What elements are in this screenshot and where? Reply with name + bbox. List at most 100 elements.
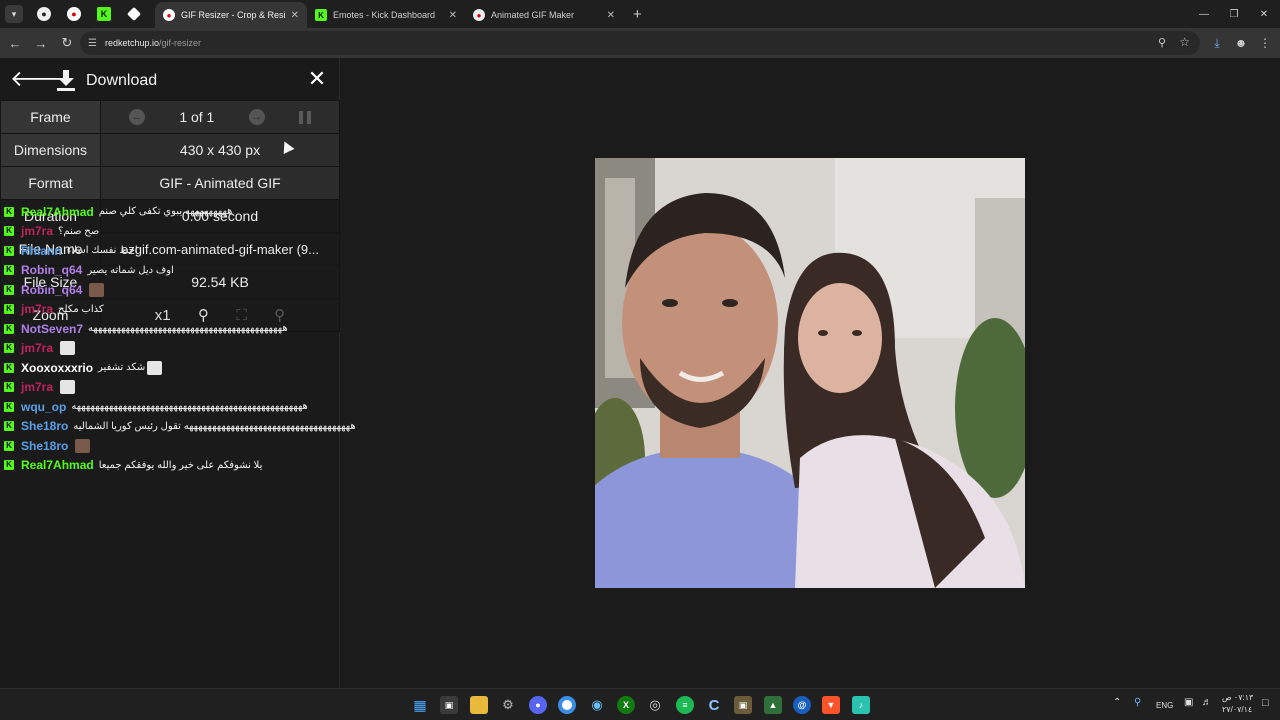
chat-username[interactable]: Real7Ahmad	[21, 205, 94, 219]
spotify-icon[interactable]: ≡	[676, 696, 694, 714]
menu-icon[interactable]: ⋮	[1253, 28, 1277, 58]
download-button[interactable]: Download	[86, 72, 157, 90]
chat-username[interactable]: NotSeven7	[21, 322, 83, 336]
chat-username[interactable]: She18ro	[21, 419, 68, 433]
chat-username[interactable]: Robin_q64	[21, 283, 82, 297]
kick-badge-icon: K	[4, 421, 14, 432]
brave-icon[interactable]: ▼	[822, 696, 840, 714]
close-tab-icon[interactable]: ✕	[291, 10, 299, 21]
chat-text: يلا نشوفكم على خير والله يوفقكم جميعا	[98, 459, 263, 471]
chat-message: K Xooxoxxxrio شكد تشفير	[0, 358, 440, 378]
nvidia-icon[interactable]: ▲	[764, 696, 782, 714]
profile-icon[interactable]: ☻	[1229, 28, 1253, 58]
zoom-icon[interactable]: ⚲	[1158, 36, 1166, 49]
ezgif-icon: ●	[163, 9, 175, 21]
frame-counter: 1 of 1	[179, 109, 215, 125]
kick-badge-icon: K	[4, 304, 14, 315]
next-frame-icon[interactable]: →	[248, 109, 265, 125]
language-indicator[interactable]: ENG	[1156, 701, 1173, 710]
edge-icon[interactable]: @	[793, 696, 811, 714]
kick-badge-icon: K	[4, 382, 14, 393]
chat-message: K Real7Ahmad هههههههههه يبوي تكفى كلي صنم	[0, 202, 440, 222]
row-label: Frame	[0, 100, 101, 134]
tab-kick-emotes[interactable]: K Emotes - Kick Dashboard ✕	[307, 2, 465, 28]
chat-text: هههههههههههههههههههههههههههههههههههههههه…	[71, 401, 308, 413]
diamond-icon	[126, 6, 142, 22]
chat-username[interactable]: jm7ra	[21, 380, 53, 394]
bookmark-star-icon[interactable]: ☆	[1179, 35, 1190, 49]
app-window-icon[interactable]: ▣	[734, 696, 752, 714]
address-bar[interactable]: ☰ redketchup.io/gif-resizer ⚲ ☆	[80, 31, 1200, 55]
gif-preview-graphic	[595, 158, 1025, 588]
prev-frame-icon[interactable]: ←	[129, 109, 145, 125]
browser-tab-strip: ▾ ● ● K ● GIF Resizer - Crop & Resize An…	[0, 0, 1280, 28]
close-window-button[interactable]: ✕	[1248, 0, 1280, 28]
store-icon[interactable]: ▣	[440, 696, 458, 714]
forward-button[interactable]: →	[29, 31, 53, 55]
clock-date[interactable]: ٢٧/٠٧/١٤	[1222, 705, 1252, 714]
chat-text: هههههههههههههههههههههههههههههههههههههههه…	[88, 323, 288, 335]
chat-username[interactable]: Rhiann	[21, 244, 62, 258]
network-icon[interactable]: ▣	[1184, 697, 1193, 708]
maximize-button[interactable]: ❐	[1218, 0, 1250, 28]
reload-button[interactable]: ↻	[55, 31, 79, 55]
file-explorer-icon[interactable]	[470, 696, 488, 714]
chat-username[interactable]: Real7Ahmad	[21, 458, 94, 472]
tab-search-button[interactable]: ▾	[5, 5, 23, 23]
chat-message: Kjm7ra صح صنم؟	[0, 222, 440, 242]
steam-icon[interactable]: ◉	[588, 696, 606, 714]
chat-emote-icon	[60, 380, 76, 395]
pinned-tab-4[interactable]	[119, 0, 149, 28]
chat-username[interactable]: She18ro	[21, 439, 68, 453]
app-c-icon[interactable]: C	[705, 696, 723, 714]
xbox-icon[interactable]: X	[617, 696, 635, 714]
download-icon[interactable]	[56, 69, 76, 91]
close-tab-icon[interactable]: ✕	[449, 10, 457, 21]
start-menu-icon[interactable]: ▦	[411, 696, 429, 714]
chat-message: K She18ro هههههههههههههههههههههههههههههههه…	[0, 417, 440, 437]
chrome-icon[interactable]	[558, 696, 576, 714]
downloads-icon[interactable]: ⤓	[1205, 28, 1229, 58]
chat-username[interactable]: jm7ra	[21, 224, 53, 238]
tab-gif-maker[interactable]: ● Animated GIF Maker ✕	[465, 2, 623, 28]
new-tab-button[interactable]: +	[633, 6, 642, 23]
pause-icon[interactable]	[298, 110, 311, 124]
gif-preview-image	[595, 158, 1025, 588]
chat-username[interactable]: jm7ra	[21, 341, 53, 355]
kick-badge-icon: K	[4, 245, 14, 256]
close-icon[interactable]: ✕	[306, 68, 328, 90]
chat-message: K Robin_q64	[0, 280, 440, 300]
discord-icon[interactable]: ●	[529, 696, 547, 714]
clock-time[interactable]: ٠٧:١٣ ص	[1222, 693, 1253, 702]
row-label: Format	[0, 166, 101, 200]
chat-message: K Robin_q64 اوف ديل شماته يصير	[0, 261, 440, 281]
obs-icon[interactable]: ◎	[646, 696, 664, 714]
audio-app-icon[interactable]: ♪	[852, 696, 870, 714]
frame-controls: ← 1 of 1 →	[100, 100, 340, 134]
pinned-tab-3[interactable]: K	[89, 0, 119, 28]
notifications-icon[interactable]: □	[1262, 697, 1269, 709]
volume-icon[interactable]: ♬	[1202, 697, 1212, 708]
row-format: Format GIF - Animated GIF	[0, 166, 340, 200]
chat-username[interactable]: wqu_op	[21, 400, 66, 414]
microphone-icon[interactable]: ⚲	[1134, 697, 1141, 708]
back-arrow-icon[interactable]: 🡐	[10, 68, 69, 92]
chat-username[interactable]: Xooxoxxxrio	[21, 361, 93, 375]
chat-username[interactable]: jm7ra	[21, 302, 53, 316]
tab-gif-resizer[interactable]: ● GIF Resizer - Crop & Resize Animated G…	[155, 2, 307, 28]
settings-icon[interactable]: ⚙	[499, 696, 517, 714]
row-value: GIF - Animated GIF	[100, 166, 340, 200]
chat-message: Kwqu_op ههههههههههههههههههههههههههههههههه…	[0, 397, 440, 417]
chat-emote-icon	[147, 360, 163, 375]
chat-text: ههههههههههههههههههههههههههههههههههههه تق…	[73, 420, 356, 432]
minimize-button[interactable]: —	[1188, 0, 1220, 28]
site-info-icon[interactable]: ☰	[88, 38, 97, 49]
close-tab-icon[interactable]: ✕	[607, 10, 615, 21]
tray-overflow-icon[interactable]: ⌃	[1113, 697, 1121, 708]
chat-text: شكد تشفير	[98, 362, 146, 374]
chat-message: Kjm7ra	[0, 378, 440, 398]
back-button[interactable]: ←	[3, 31, 27, 55]
chat-username[interactable]: Robin_q64	[21, 263, 82, 277]
pinned-tab-2[interactable]: ●	[59, 0, 89, 28]
pinned-tab-1[interactable]: ●	[29, 0, 59, 28]
